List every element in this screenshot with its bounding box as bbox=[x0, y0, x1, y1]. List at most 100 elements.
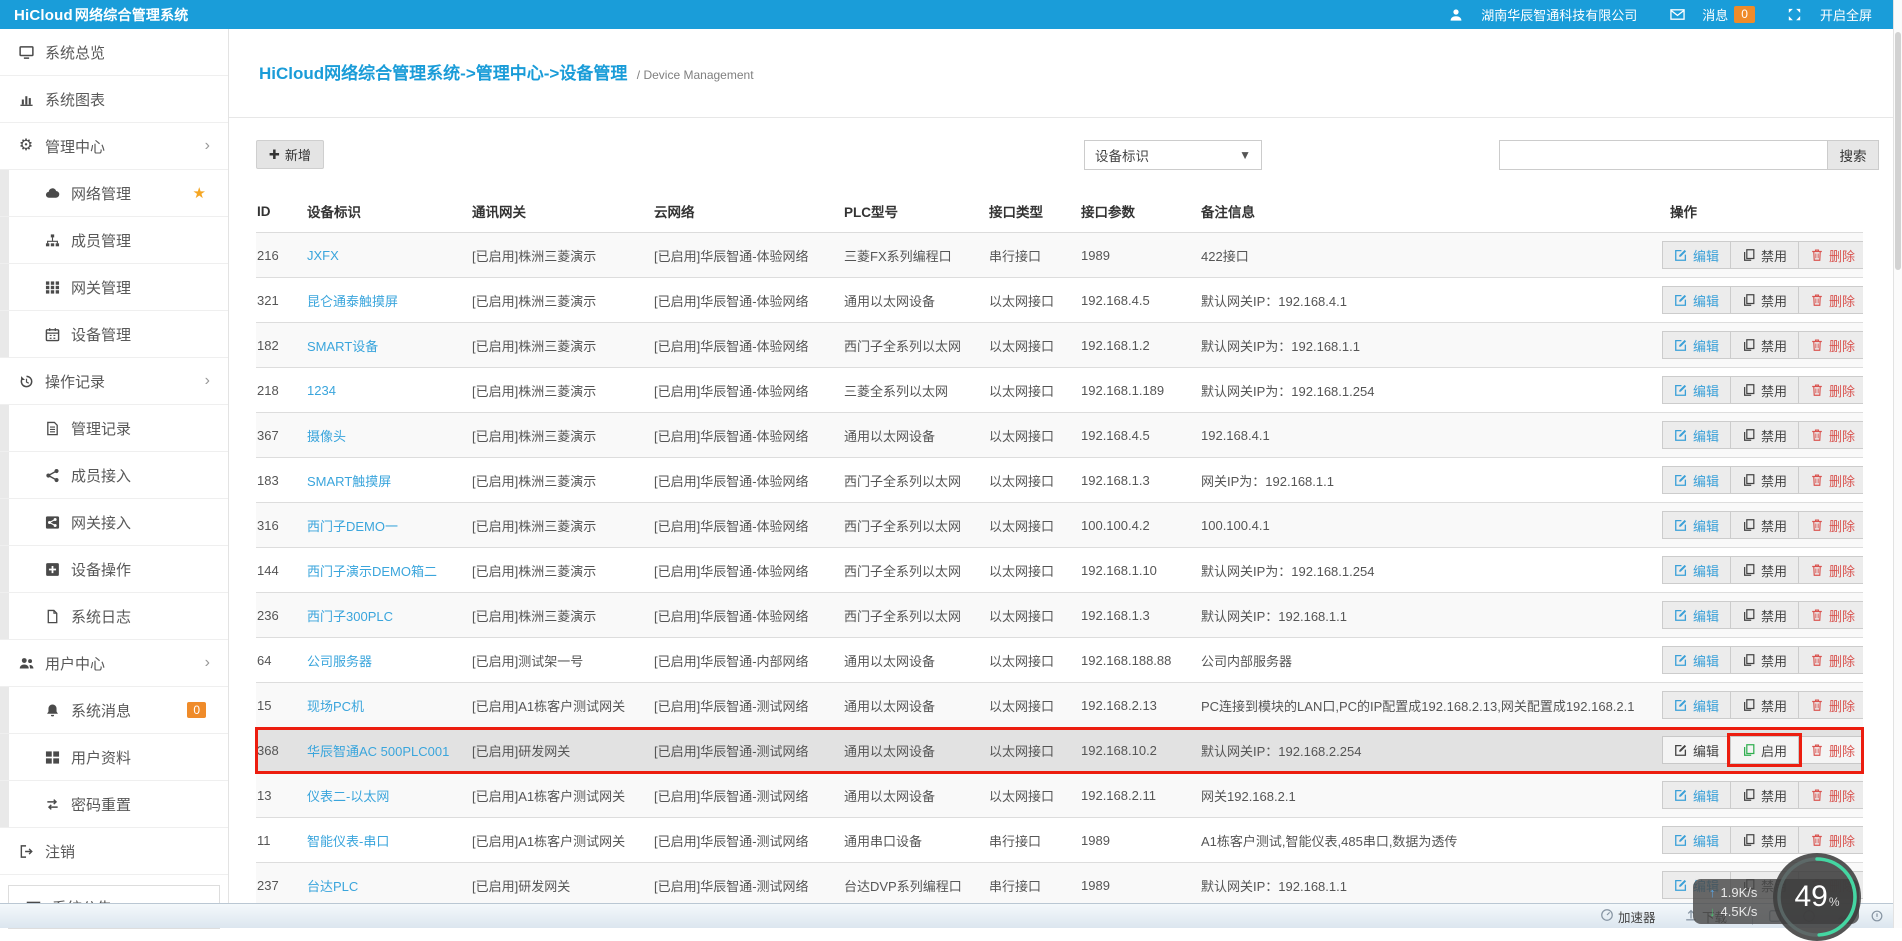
disable-button[interactable]: 禁用 bbox=[1730, 511, 1799, 539]
delete-button[interactable]: 删除 bbox=[1798, 556, 1863, 584]
edit-button[interactable]: 编辑 bbox=[1662, 241, 1731, 269]
edit-button[interactable]: 编辑 bbox=[1662, 331, 1731, 359]
disable-button[interactable]: 禁用 bbox=[1730, 646, 1799, 674]
device-link[interactable]: 西门子演示DEMO箱二 bbox=[307, 564, 437, 579]
sidebar-item-label: 用户中心 bbox=[45, 653, 105, 674]
action-button-group: 编辑禁用删除 bbox=[1663, 691, 1855, 719]
action-button-group: 编辑禁用删除 bbox=[1663, 601, 1855, 629]
copy-icon bbox=[1742, 698, 1756, 712]
filter-select[interactable]: 设备标识 ▼ bbox=[1084, 140, 1262, 170]
trash-icon bbox=[1810, 653, 1824, 667]
sidebar-item-system-logs[interactable]: 系统日志 bbox=[0, 593, 228, 640]
delete-button[interactable]: 删除 bbox=[1798, 286, 1863, 314]
device-link[interactable]: 西门子DEMO一 bbox=[307, 519, 398, 534]
device-link[interactable]: SMART触摸屏 bbox=[307, 474, 391, 489]
sidebar-item-device-operations[interactable]: 设备操作 bbox=[0, 546, 228, 593]
delete-button[interactable]: 删除 bbox=[1798, 781, 1863, 809]
cell-interface-type: 以太网接口 bbox=[988, 548, 1080, 593]
sidebar-item-gateway-access[interactable]: 网关接入 bbox=[0, 499, 228, 546]
sidebar-item-user-center[interactable]: 用户中心› bbox=[0, 640, 228, 687]
disable-button[interactable]: 禁用 bbox=[1730, 286, 1799, 314]
device-link[interactable]: 华辰智通AC 500PLC001 bbox=[307, 744, 449, 759]
accelerator-button[interactable]: 加速器 bbox=[1600, 904, 1656, 928]
delete-button[interactable]: 删除 bbox=[1798, 691, 1863, 719]
column-header-7: 备注信息 bbox=[1200, 190, 1662, 233]
device-link[interactable]: 智能仪表-串口 bbox=[307, 834, 389, 849]
sidebar-item-management-records[interactable]: 管理记录 bbox=[0, 405, 228, 452]
delete-button[interactable]: 删除 bbox=[1798, 421, 1863, 449]
delete-button[interactable]: 删除 bbox=[1798, 826, 1863, 854]
delete-button[interactable]: 删除 bbox=[1798, 646, 1863, 674]
delete-button[interactable]: 删除 bbox=[1798, 601, 1863, 629]
device-link[interactable]: 1234 bbox=[307, 383, 336, 398]
device-link[interactable]: 仪表二-以太网 bbox=[307, 789, 389, 804]
edit-button[interactable]: 编辑 bbox=[1662, 421, 1731, 449]
search-button[interactable]: 搜索 bbox=[1827, 140, 1879, 170]
device-link[interactable]: 公司服务器 bbox=[307, 654, 372, 669]
disable-button[interactable]: 禁用 bbox=[1730, 781, 1799, 809]
sidebar-item-password-reset[interactable]: 密码重置 bbox=[0, 781, 228, 828]
sidebar-item-member-management[interactable]: 成员管理 bbox=[0, 217, 228, 264]
edit-button[interactable]: 编辑 bbox=[1662, 826, 1731, 854]
sidebar-item-gateway-management[interactable]: 网关管理 bbox=[0, 264, 228, 311]
sidebar-item-system-messages[interactable]: 系统消息0 bbox=[0, 687, 228, 734]
toolbar-icon[interactable] bbox=[1868, 907, 1886, 925]
disable-button[interactable]: 禁用 bbox=[1730, 466, 1799, 494]
edit-button[interactable]: 编辑 bbox=[1662, 511, 1731, 539]
edit-button[interactable]: 编辑 bbox=[1662, 646, 1731, 674]
disable-button[interactable]: 禁用 bbox=[1730, 421, 1799, 449]
sidebar-item-device-management[interactable]: 设备管理 bbox=[0, 311, 228, 358]
edit-button[interactable]: 编辑 bbox=[1662, 466, 1731, 494]
delete-button[interactable]: 删除 bbox=[1798, 241, 1863, 269]
cell-interface-type: 以太网接口 bbox=[988, 503, 1080, 548]
device-link[interactable]: 昆仑通泰触摸屏 bbox=[307, 294, 398, 309]
sidebar-item-system-overview[interactable]: 系统总览 bbox=[0, 29, 228, 76]
edit-button[interactable]: 编辑 bbox=[1662, 376, 1731, 404]
sidebar-item-management-center[interactable]: ⚙管理中心› bbox=[0, 123, 228, 170]
messages-menu[interactable]: 消息 0 bbox=[1667, 5, 1755, 24]
cell-cloud-network: [已启用]华辰智通-测试网络 bbox=[653, 773, 843, 818]
sidebar-item-network-management[interactable]: 网络管理★ bbox=[0, 170, 228, 217]
accelerator-label: 加速器 bbox=[1618, 907, 1656, 926]
delete-button[interactable]: 删除 bbox=[1798, 736, 1863, 764]
disable-button[interactable]: 禁用 bbox=[1730, 241, 1799, 269]
delete-button[interactable]: 删除 bbox=[1798, 376, 1863, 404]
sidebar-item-member-access[interactable]: 成员接入 bbox=[0, 452, 228, 499]
device-link[interactable]: 西门子300PLC bbox=[307, 609, 393, 624]
edit-icon bbox=[1674, 248, 1688, 262]
disable-button[interactable]: 禁用 bbox=[1730, 331, 1799, 359]
delete-button[interactable]: 删除 bbox=[1798, 331, 1863, 359]
edit-icon bbox=[1674, 788, 1688, 802]
device-link[interactable]: SMART设备 bbox=[307, 339, 378, 354]
sidebar-item-system-charts[interactable]: 系统图表 bbox=[0, 76, 228, 123]
search-input[interactable] bbox=[1499, 140, 1827, 170]
edit-button[interactable]: 编辑 bbox=[1662, 601, 1731, 629]
sidebar-item-operation-records[interactable]: 操作记录› bbox=[0, 358, 228, 405]
disable-button[interactable]: 禁用 bbox=[1730, 556, 1799, 584]
delete-button[interactable]: 删除 bbox=[1798, 511, 1863, 539]
add-button[interactable]: ✚新增 bbox=[256, 140, 324, 169]
edit-button[interactable]: 编辑 bbox=[1662, 556, 1731, 584]
edit-button[interactable]: 编辑 bbox=[1662, 691, 1731, 719]
vertical-scrollbar[interactable] bbox=[1893, 0, 1902, 928]
sidebar-item-user-profile[interactable]: 用户资料 bbox=[0, 734, 228, 781]
device-link[interactable]: 台达PLC bbox=[307, 879, 358, 894]
edit-button[interactable]: 编辑 bbox=[1662, 286, 1731, 314]
doc-icon bbox=[42, 609, 62, 624]
fullscreen-button[interactable]: 开启全屏 bbox=[1785, 5, 1872, 24]
delete-button[interactable]: 删除 bbox=[1798, 466, 1863, 494]
disable-button[interactable]: 禁用 bbox=[1730, 691, 1799, 719]
enable-button[interactable]: 启用 bbox=[1730, 736, 1799, 764]
device-link[interactable]: JXFX bbox=[307, 248, 339, 263]
cell-device-name: 智能仪表-串口 bbox=[306, 818, 471, 863]
account-menu[interactable]: 湖南华辰智通科技有限公司 bbox=[1446, 5, 1637, 24]
disable-button[interactable]: 禁用 bbox=[1730, 601, 1799, 629]
disable-button[interactable]: 禁用 bbox=[1730, 826, 1799, 854]
disable-button[interactable]: 禁用 bbox=[1730, 376, 1799, 404]
edit-button[interactable]: 编辑 bbox=[1662, 736, 1731, 764]
scrollbar-thumb[interactable] bbox=[1895, 32, 1901, 270]
sidebar-item-logout[interactable]: 注销 bbox=[0, 828, 228, 875]
device-link[interactable]: 摄像头 bbox=[307, 429, 346, 444]
device-link[interactable]: 现场PC机 bbox=[307, 699, 364, 714]
edit-button[interactable]: 编辑 bbox=[1662, 781, 1731, 809]
